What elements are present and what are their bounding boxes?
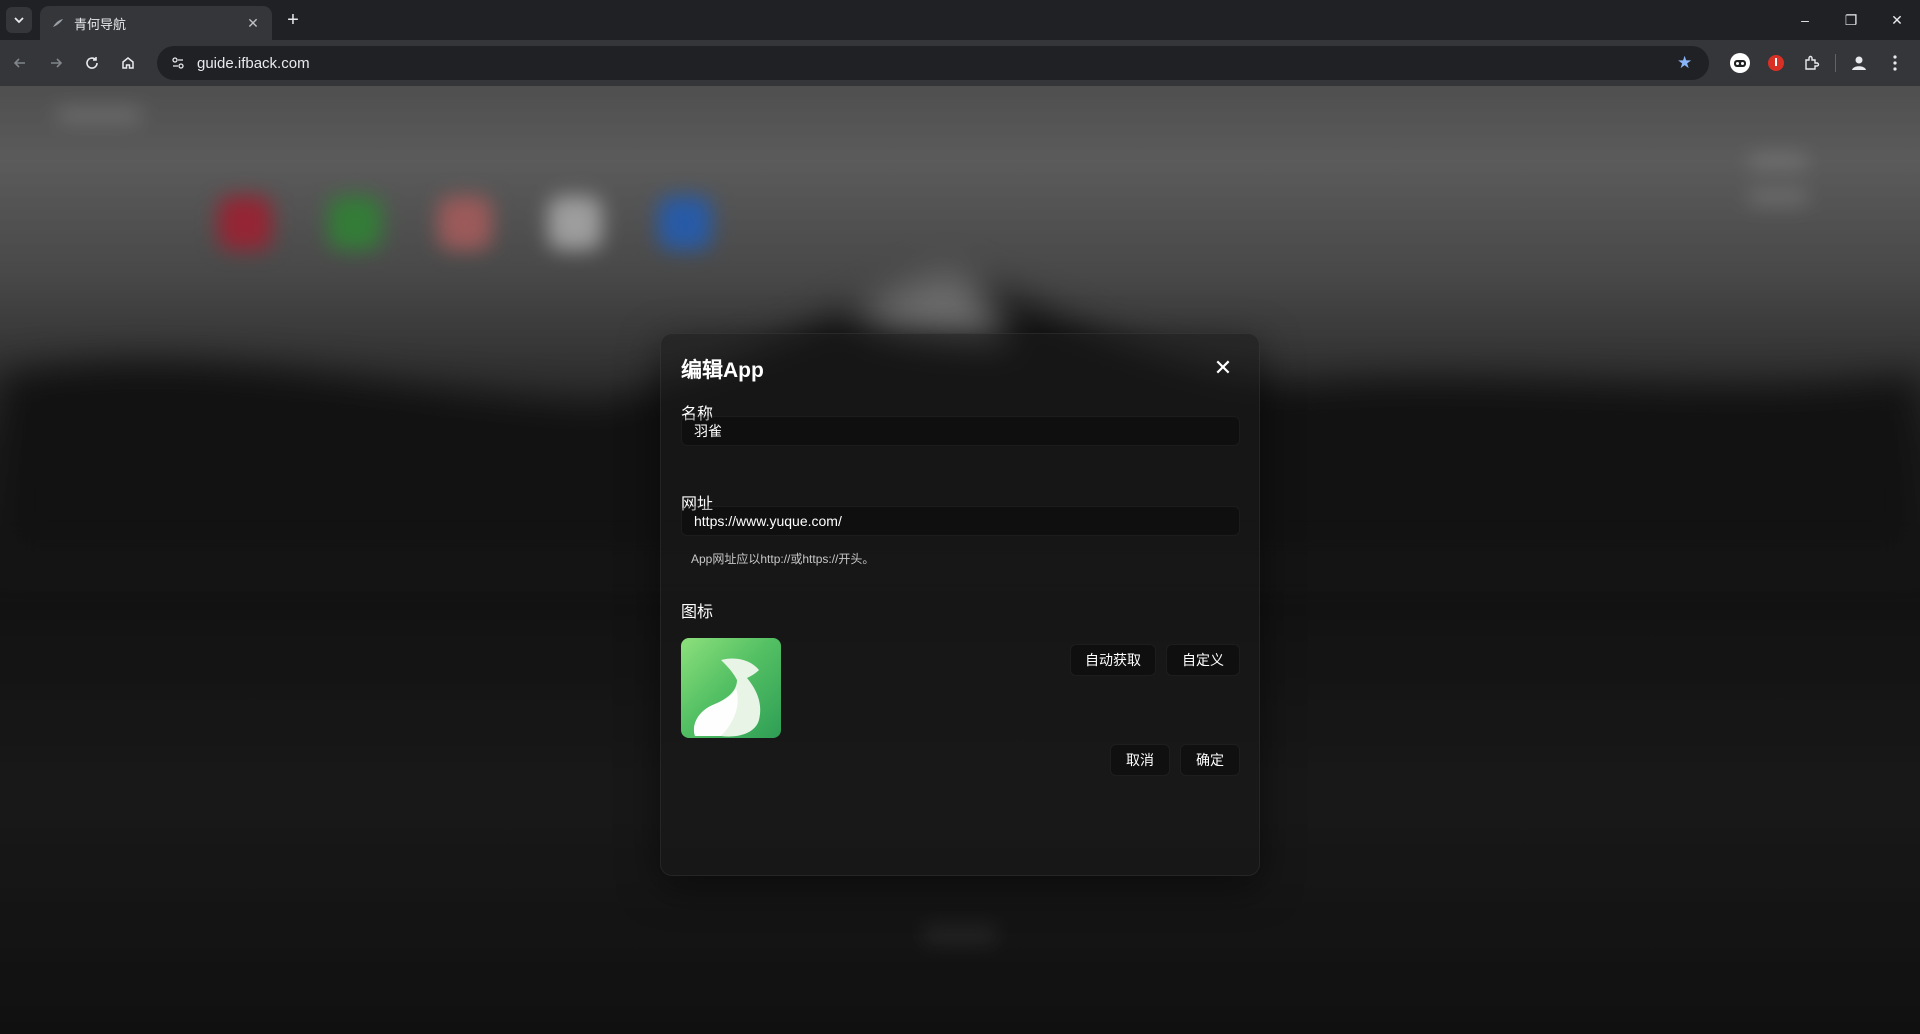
arrow-right-icon bbox=[51, 58, 63, 68]
chevron-down-icon bbox=[14, 17, 24, 24]
toolbar-divider bbox=[1835, 54, 1836, 72]
forward-button[interactable] bbox=[40, 47, 72, 79]
profile-avatar-icon[interactable] bbox=[1846, 50, 1872, 76]
extensions-puzzle-icon[interactable] bbox=[1799, 50, 1825, 76]
home-icon bbox=[122, 57, 134, 69]
extension-mask-icon[interactable] bbox=[1727, 50, 1753, 76]
icon-label: 图标 bbox=[681, 604, 714, 621]
extension-red-icon[interactable] bbox=[1763, 50, 1789, 76]
address-bar[interactable]: guide.ifback.com ★ bbox=[157, 46, 1709, 80]
minimize-button[interactable]: – bbox=[1782, 0, 1828, 40]
window-close-button[interactable]: ✕ bbox=[1874, 0, 1920, 40]
bookmark-star-icon[interactable]: ★ bbox=[1677, 54, 1695, 72]
edit-app-dialog: 编辑App ✕ 名称 羽雀 网址 https://www.yuque.com/ … bbox=[660, 333, 1260, 876]
url-hint: App网址应以http://或https://开头。 bbox=[691, 552, 875, 566]
site-favicon-icon bbox=[50, 15, 66, 31]
tab-strip: 青何导航 ✕ + – ❐ ✕ bbox=[0, 0, 1920, 40]
extensions-area bbox=[1727, 46, 1908, 80]
tab-title: 青何导航 bbox=[74, 16, 127, 32]
tab-search-button[interactable] bbox=[6, 7, 32, 33]
home-button[interactable] bbox=[112, 47, 144, 79]
confirm-button[interactable]: 确定 bbox=[1180, 744, 1240, 776]
arrow-left-icon bbox=[13, 58, 25, 68]
browser-menu-icon[interactable] bbox=[1882, 50, 1908, 76]
back-button[interactable] bbox=[4, 47, 36, 79]
dialog-close-icon[interactable]: ✕ bbox=[1213, 357, 1233, 379]
reload-button[interactable] bbox=[76, 47, 108, 79]
site-info-icon[interactable] bbox=[167, 52, 189, 74]
name-input[interactable]: 羽雀 bbox=[681, 416, 1240, 446]
cancel-button[interactable]: 取消 bbox=[1110, 744, 1170, 776]
custom-icon-button[interactable]: 自定义 bbox=[1166, 644, 1240, 676]
new-tab-button[interactable]: + bbox=[282, 9, 304, 31]
dialog-title: 编辑App bbox=[681, 359, 764, 382]
restore-button[interactable]: ❐ bbox=[1828, 0, 1874, 40]
url-text[interactable]: guide.ifback.com bbox=[197, 55, 310, 72]
yuque-bird-icon bbox=[681, 638, 781, 738]
tab-active[interactable]: 青何导航 ✕ bbox=[40, 6, 272, 40]
page-viewport: 编辑App ✕ 名称 羽雀 网址 https://www.yuque.com/ … bbox=[0, 86, 1920, 1034]
window-controls: – ❐ ✕ bbox=[1782, 0, 1920, 40]
browser-toolbar: guide.ifback.com ★ bbox=[0, 40, 1920, 86]
tab-close-icon[interactable]: ✕ bbox=[244, 14, 262, 32]
reload-icon bbox=[86, 57, 98, 69]
url-input[interactable]: https://www.yuque.com/ bbox=[681, 506, 1240, 536]
auto-fetch-button[interactable]: 自动获取 bbox=[1070, 644, 1156, 676]
